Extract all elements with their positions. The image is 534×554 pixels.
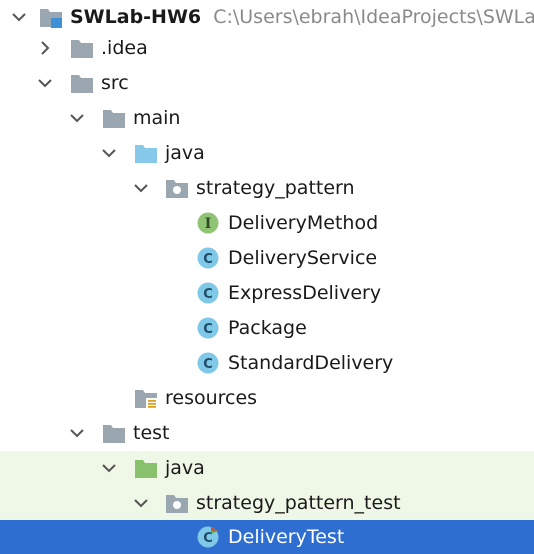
class-icon: C [197, 317, 219, 339]
chevron-down-icon[interactable] [131, 178, 151, 198]
tree-row-test[interactable]: test [0, 416, 534, 451]
project-tree: SWLab-HW6 C:\Users\ebrah\IdeaProjects\SW… [0, 0, 534, 554]
class-icon: C [197, 352, 219, 374]
folder-icon [103, 110, 125, 128]
tree-item-label: ExpressDelivery [228, 282, 382, 304]
package-icon [166, 180, 188, 198]
tree-item-label: test [133, 422, 170, 444]
project-name: SWLab-HW6 [70, 6, 202, 28]
project-label: SWLab-HW6 C:\Users\ebrah\IdeaProjects\SW… [70, 5, 534, 29]
tree-row-strategy-pattern[interactable]: strategy_pattern [0, 171, 534, 206]
tree-row-src[interactable]: src [0, 66, 534, 101]
chevron-down-icon[interactable] [99, 143, 119, 163]
class-icon: C [197, 247, 219, 269]
tree-item-label: Package [228, 317, 307, 339]
svg-text:I: I [205, 216, 212, 232]
tree-row-strategy-pattern-test[interactable]: strategy_pattern_test [0, 486, 534, 521]
tree-item-label: DeliveryTest [228, 526, 345, 548]
tree-row-express-delivery[interactable]: C ExpressDelivery [0, 276, 534, 311]
resources-icon [135, 390, 158, 409]
chevron-down-icon[interactable] [67, 423, 87, 443]
tree-row-standard-delivery[interactable]: C StandardDelivery [0, 346, 534, 381]
tree-item-label: java [165, 457, 205, 479]
tree-item-label: .idea [101, 37, 148, 59]
tree-row-main[interactable]: main [0, 101, 534, 136]
chevron-down-icon[interactable] [131, 493, 151, 513]
svg-text:C: C [203, 322, 213, 337]
tree-item-label: strategy_pattern [196, 177, 355, 199]
chevron-down-icon[interactable] [99, 458, 119, 478]
folder-icon [103, 425, 125, 443]
folder-icon [71, 40, 93, 58]
tree-row-main-java[interactable]: java [0, 136, 534, 171]
tree-row-package[interactable]: C Package [0, 311, 534, 346]
svg-text:C: C [203, 287, 213, 302]
tree-item-label: main [133, 107, 181, 129]
interface-icon: I [197, 212, 219, 234]
tree-row-resources[interactable]: resources [0, 381, 534, 416]
tree-item-label: src [101, 72, 129, 94]
test-class-icon: C [197, 526, 219, 548]
test-root-icon [135, 460, 157, 478]
chevron-right-icon[interactable] [35, 38, 55, 58]
module-icon [40, 9, 62, 28]
tree-item-label: DeliveryService [228, 247, 378, 269]
tree-row-project[interactable]: SWLab-HW6 C:\Users\ebrah\IdeaProjects\SW… [0, 0, 534, 35]
tree-item-label: strategy_pattern_test [196, 492, 401, 514]
tree-item-label: DeliveryMethod [228, 212, 379, 234]
svg-text:C: C [203, 252, 213, 267]
tree-row-idea[interactable]: .idea [0, 31, 534, 66]
svg-text:C: C [203, 357, 213, 372]
chevron-down-icon[interactable] [35, 73, 55, 93]
chevron-down-icon[interactable] [9, 7, 29, 27]
source-root-icon [135, 145, 157, 163]
package-icon [166, 495, 188, 513]
project-path: C:\Users\ebrah\IdeaProjects\SWLab [213, 6, 534, 28]
tree-item-label: resources [165, 387, 258, 409]
tree-row-delivery-service[interactable]: C DeliveryService [0, 241, 534, 276]
chevron-down-icon[interactable] [67, 108, 87, 128]
tree-row-delivery-test[interactable]: C DeliveryTest [0, 520, 534, 554]
tree-item-label: StandardDelivery [228, 352, 394, 374]
class-icon: C [197, 282, 219, 304]
tree-row-test-java[interactable]: java [0, 451, 534, 486]
folder-icon [71, 75, 93, 93]
tree-item-label: java [165, 142, 205, 164]
tree-row-delivery-method[interactable]: I DeliveryMethod [0, 206, 534, 241]
